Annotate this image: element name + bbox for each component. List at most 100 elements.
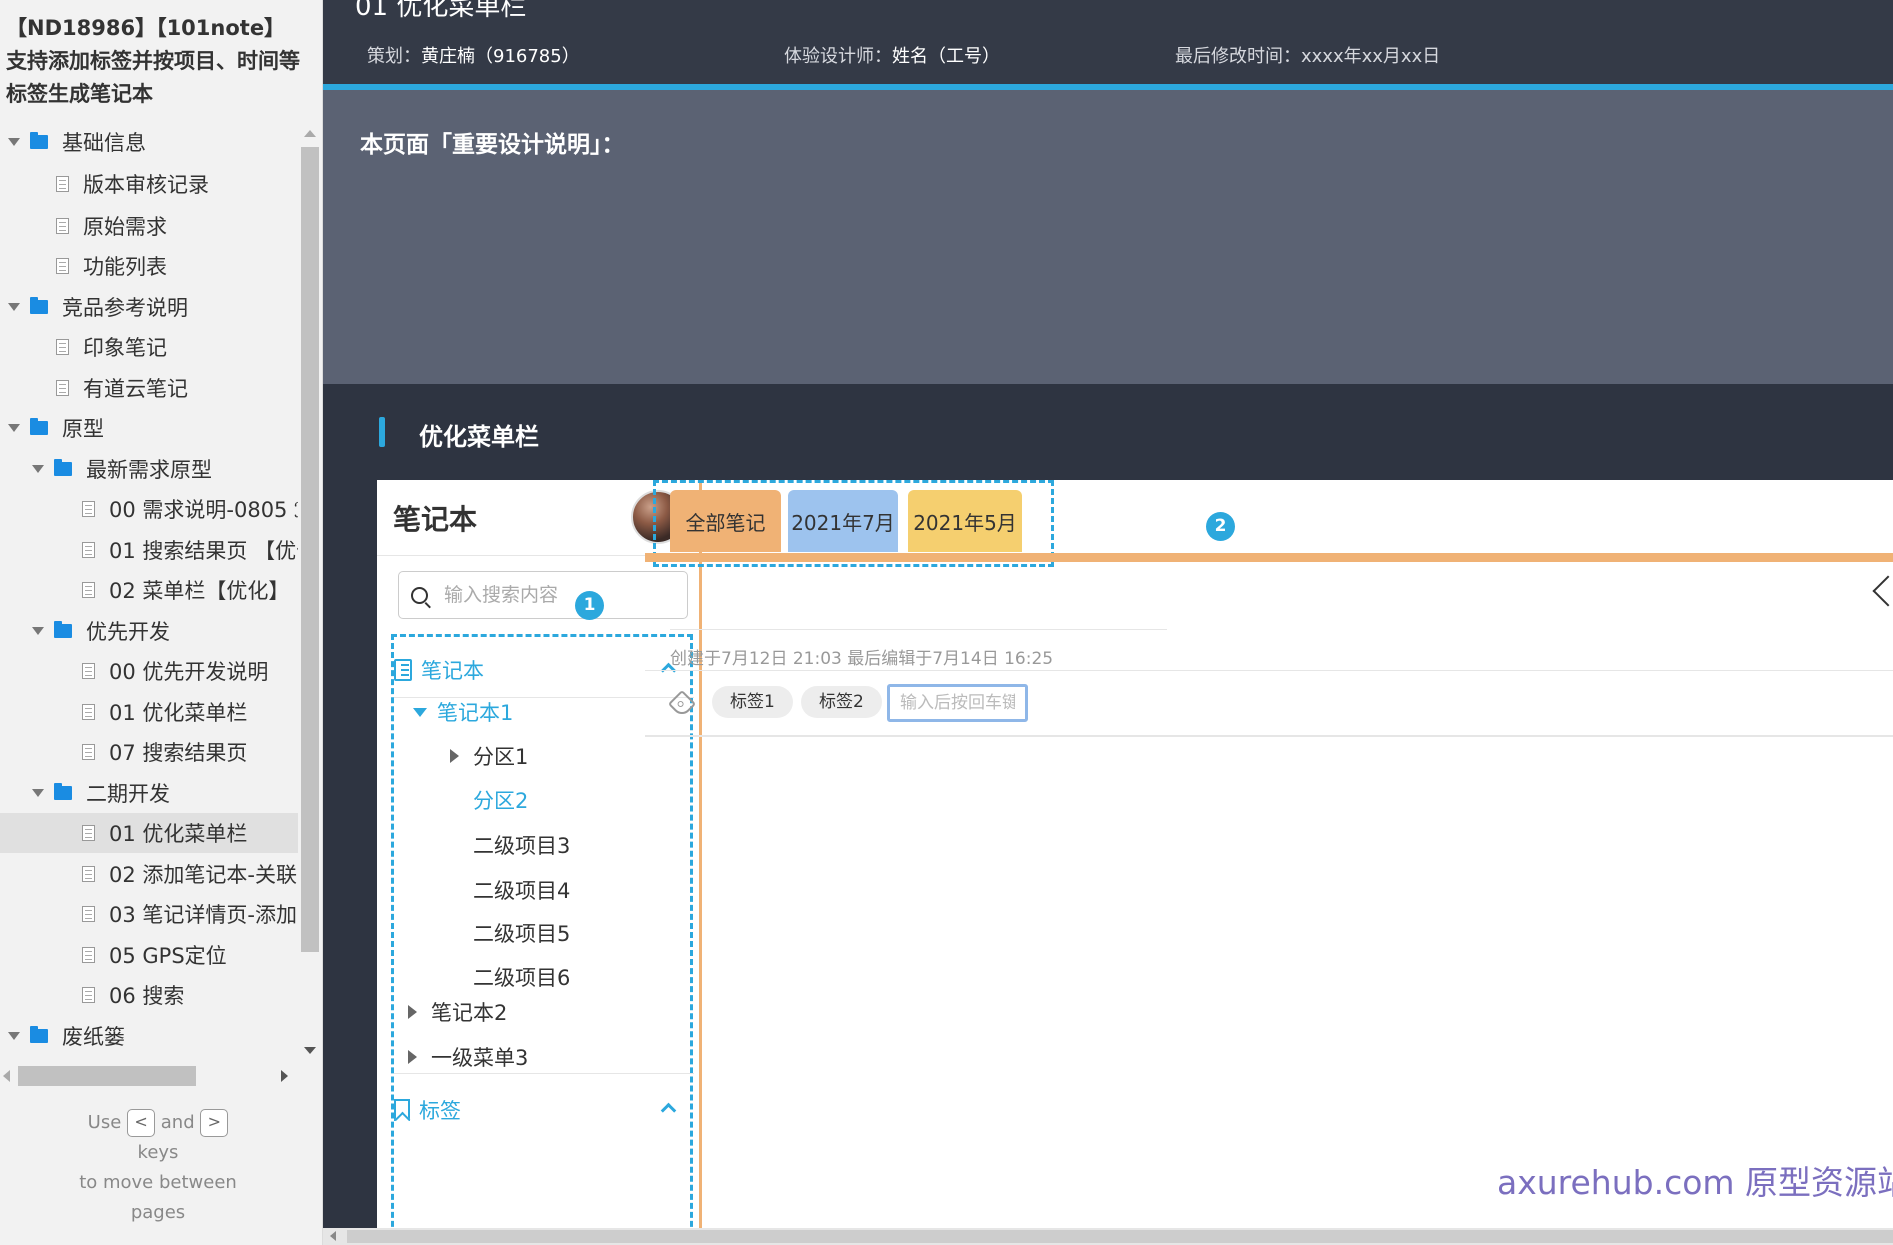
expand-arrow-icon[interactable] <box>32 627 44 635</box>
tree-page-gps[interactable]: 05 GPS定位 <box>0 935 298 975</box>
collapsed-arrow-icon[interactable] <box>450 749 459 763</box>
collapsed-arrow-icon[interactable] <box>408 1050 417 1064</box>
tree-folder-latest-prototype[interactable]: 最新需求原型 <box>0 449 298 489</box>
scroll-up-arrow-icon[interactable] <box>304 130 316 137</box>
app-title: 笔记本 <box>393 503 478 536</box>
design-notes-panel: 本页面「重要设计说明」： <box>323 90 1893 384</box>
tree-page-original-requirements[interactable]: 原始需求 <box>0 206 298 246</box>
tree-page-search-results[interactable]: 01 搜索结果页 【优化 <box>0 530 298 570</box>
tree-page-version-log[interactable]: 版本审核记录 <box>0 164 298 204</box>
divider <box>645 735 1893 737</box>
collapse-caret-icon[interactable] <box>660 1102 677 1118</box>
prototype-screen: 笔记本 笔记本 笔记本1 分区1 分区2 二级项目3 二级项目4 二级项目5 二… <box>377 480 1893 1245</box>
menu-3[interactable]: 一级菜单3 <box>394 1037 694 1077</box>
tree-folder-trash[interactable]: 废纸篓 <box>0 1016 298 1056</box>
tree-page-search[interactable]: 06 搜索 <box>0 975 298 1015</box>
expand-arrow-icon[interactable] <box>8 424 20 432</box>
tags-section-header[interactable]: 标签 <box>394 1090 694 1130</box>
notebook-2[interactable]: 笔记本2 <box>394 992 694 1032</box>
expand-arrow-icon[interactable] <box>8 1032 20 1040</box>
scrollbar-thumb[interactable] <box>18 1066 196 1086</box>
scrollbar-thumb[interactable] <box>301 147 319 952</box>
scrollbar-thumb[interactable] <box>347 1230 1893 1243</box>
designer-info: 体验设计师：姓名（工号） <box>784 42 1000 68</box>
collapse-panel-icon[interactable] <box>1872 575 1893 607</box>
partition-1-label: 分区1 <box>473 745 529 769</box>
expand-arrow-icon[interactable] <box>8 303 20 311</box>
notebook-1[interactable]: 笔记本1 <box>394 692 694 732</box>
sub-item-3[interactable]: 二级项目3 <box>394 825 694 865</box>
tree-page-optimize-menu[interactable]: 01 优化菜单栏 <box>0 692 298 732</box>
tree-page-evernote[interactable]: 印象笔记 <box>0 327 298 367</box>
tree-page-priority-notes[interactable]: 00 优先开发说明 <box>0 651 298 691</box>
tree-page-add-notebook[interactable]: 02 添加笔记本-关联 <box>0 854 298 894</box>
sub-item-5[interactable]: 二级项目5 <box>394 913 694 953</box>
canvas-horizontal-scrollbar[interactable] <box>323 1228 1893 1245</box>
tree-page-note-detail[interactable]: 03 笔记详情页-添加 <box>0 894 298 934</box>
tree-label: 二期开发 <box>86 782 170 806</box>
annotation-badge-1: 1 <box>575 591 604 620</box>
tree-folder-prototype[interactable]: 原型 <box>0 408 298 448</box>
tree-label: 06 搜索 <box>109 984 185 1008</box>
tag-chip-2[interactable]: 标签2 <box>801 686 882 718</box>
folder-icon <box>54 783 72 800</box>
scroll-down-arrow-icon[interactable] <box>304 1047 316 1054</box>
tab-all-notes[interactable]: 全部笔记 <box>670 490 781 552</box>
section-title: 优化菜单栏 <box>419 423 539 451</box>
tab-2021-05[interactable]: 2021年5月 <box>908 490 1022 552</box>
tree-folder-basic-info[interactable]: 基础信息 <box>0 122 298 162</box>
sub-item-6[interactable]: 二级项目6 <box>394 957 694 997</box>
partition-1[interactable]: 分区1 <box>394 736 694 776</box>
page-icon <box>56 176 69 192</box>
tree-folder-phase-two[interactable]: 二期开发 <box>0 773 298 813</box>
tree-page-optimize-menu-selected[interactable]: 01 优化菜单栏 <box>0 813 298 853</box>
page-icon <box>56 218 69 234</box>
page-icon <box>82 906 95 922</box>
tree-page-menu-bar[interactable]: 02 菜单栏【优化】 <box>0 570 298 610</box>
sitemap-horizontal-scrollbar[interactable] <box>0 1064 322 1088</box>
tree-label: 有道云笔记 <box>83 377 188 401</box>
tree-page-requirement-notes[interactable]: 00 需求说明-0805 ℐ <box>0 489 298 529</box>
planner-value: 黄庄楠（916785） <box>421 46 580 67</box>
expand-arrow-icon[interactable] <box>32 465 44 473</box>
partition-2[interactable]: 分区2 <box>394 780 694 820</box>
folder-icon <box>30 297 48 314</box>
partition-2-label: 分区2 <box>473 789 529 813</box>
search-icon <box>411 586 428 604</box>
collapsed-arrow-icon[interactable] <box>408 1005 417 1019</box>
tree-folder-competitor-reference[interactable]: 竞品参考说明 <box>0 287 298 327</box>
tree-page-youdao-note[interactable]: 有道云笔记 <box>0 368 298 408</box>
menu-3-label: 一级菜单3 <box>431 1046 529 1070</box>
tree-label: 01 优化菜单栏 <box>109 701 248 725</box>
tree-label: 02 菜单栏【优化】 <box>109 579 290 603</box>
tag-chip-1[interactable]: 标签1 <box>712 686 793 718</box>
tree-folder-priority-dev[interactable]: 优先开发 <box>0 611 298 651</box>
notebook-2-label: 笔记本2 <box>431 1001 508 1025</box>
tab-underline <box>645 553 1893 562</box>
page-icon <box>56 339 69 355</box>
notebook-1-label: 笔记本1 <box>437 701 514 725</box>
tag-input[interactable] <box>887 684 1028 722</box>
sub-item-4[interactable]: 二级项目4 <box>394 870 694 910</box>
sub-item-label: 二级项目5 <box>473 922 571 946</box>
tree-label: 版本审核记录 <box>83 173 209 197</box>
tree-label: 原始需求 <box>83 215 167 239</box>
tree-page-feature-list[interactable]: 功能列表 <box>0 246 298 286</box>
sub-item-label: 二级项目4 <box>473 879 571 903</box>
tree-page-search-results-2[interactable]: 07 搜索结果页 <box>0 732 298 772</box>
page-icon <box>82 987 95 1003</box>
sitemap-vertical-scrollbar[interactable] <box>298 122 322 1057</box>
scroll-left-arrow-icon[interactable] <box>3 1070 10 1082</box>
scroll-left-arrow-icon[interactable] <box>330 1231 336 1241</box>
scroll-right-arrow-icon[interactable] <box>281 1070 288 1082</box>
expand-arrow-icon[interactable] <box>413 707 427 717</box>
design-notes-heading: 本页面「重要设计说明」： <box>360 132 625 158</box>
page-icon <box>82 947 95 963</box>
expand-arrow-icon[interactable] <box>8 138 20 146</box>
page-icon <box>82 582 95 598</box>
search-input[interactable] <box>442 583 662 607</box>
tab-2021-07[interactable]: 2021年7月 <box>788 490 898 552</box>
search-box[interactable] <box>398 571 688 619</box>
expand-arrow-icon[interactable] <box>32 789 44 797</box>
planner-label: 策划： <box>367 46 421 67</box>
